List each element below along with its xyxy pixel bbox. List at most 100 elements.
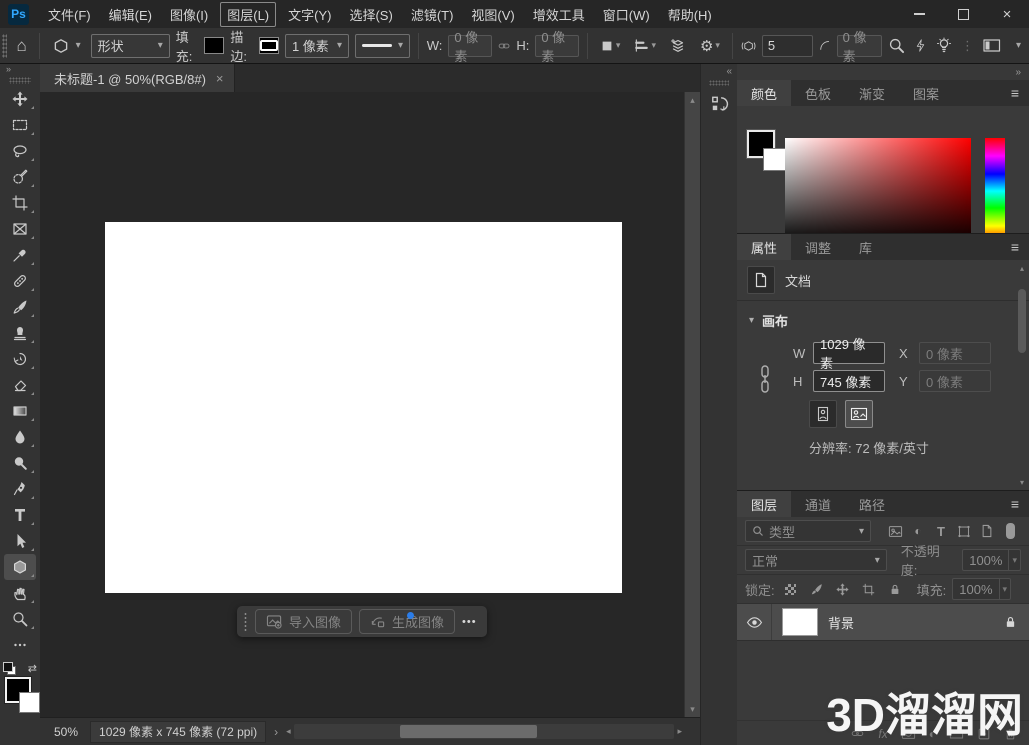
menu-plugins[interactable]: 增效工具 bbox=[524, 2, 594, 27]
collapse-panels-button[interactable]: » bbox=[1015, 67, 1021, 78]
stroke-width-select[interactable]: 1 像素 ▾ bbox=[284, 33, 349, 58]
tool-brush[interactable] bbox=[4, 294, 36, 320]
tool-frame[interactable] bbox=[4, 216, 36, 242]
stroke-swatch[interactable] bbox=[258, 37, 279, 54]
corner-radius-field[interactable]: 0 像素 bbox=[836, 30, 882, 64]
close-button[interactable]: × bbox=[985, 0, 1029, 28]
opacity-field[interactable]: 100% ▾ bbox=[962, 549, 1021, 571]
tab-properties[interactable]: 属性 bbox=[737, 234, 792, 260]
document-tab[interactable]: 未标题-1 @ 50%(RGB/8#) × bbox=[40, 64, 235, 92]
tool-healing-brush[interactable] bbox=[4, 268, 36, 294]
shape-mode-select[interactable]: 形状 ▾ bbox=[90, 33, 170, 58]
taskbar-more-button[interactable]: ••• bbox=[462, 616, 477, 628]
hscroll-track[interactable] bbox=[293, 724, 675, 739]
tool-shape-polygon[interactable] bbox=[4, 554, 36, 580]
menu-edit[interactable]: 编辑(E) bbox=[100, 2, 161, 27]
tool-type[interactable] bbox=[4, 502, 36, 528]
hue-slider[interactable] bbox=[985, 138, 1005, 244]
zoom-level-field[interactable]: 50% bbox=[40, 725, 90, 739]
menu-file[interactable]: 文件(F) bbox=[39, 2, 100, 27]
scroll-right-icon[interactable]: ▸ bbox=[677, 726, 682, 737]
tool-crop[interactable] bbox=[4, 190, 36, 216]
generate-image-button[interactable]: 生成图像 bbox=[359, 609, 456, 634]
menu-view[interactable]: 视图(V) bbox=[462, 2, 523, 27]
expand-panels-button[interactable]: « bbox=[726, 66, 732, 77]
canvas-height-field[interactable]: 745 像素 bbox=[813, 370, 885, 392]
toolbar-collapse-button[interactable]: » bbox=[0, 64, 40, 77]
scroll-down-icon[interactable]: ▾ bbox=[1020, 478, 1024, 487]
default-colors-icon[interactable] bbox=[3, 662, 16, 675]
dock-grip[interactable] bbox=[709, 80, 729, 86]
toolbar-grip[interactable] bbox=[9, 77, 31, 84]
menu-image[interactable]: 图像(I) bbox=[161, 2, 217, 27]
lock-pixels-icon[interactable] bbox=[807, 583, 827, 596]
scroll-down-icon[interactable]: ▾ bbox=[690, 704, 695, 715]
tool-path-selection[interactable] bbox=[4, 528, 36, 554]
filter-smart-objects-icon[interactable] bbox=[977, 524, 997, 538]
tool-quick-selection[interactable] bbox=[4, 164, 36, 190]
filter-type-layers-icon[interactable]: T bbox=[931, 524, 951, 539]
layer-lock-icon[interactable] bbox=[1004, 615, 1017, 629]
menu-type[interactable]: 文字(Y) bbox=[279, 2, 340, 27]
canvas[interactable] bbox=[105, 222, 622, 593]
layer-name[interactable]: 背景 bbox=[828, 613, 854, 632]
tab-channels[interactable]: 通道 bbox=[791, 491, 846, 517]
horizontal-scrollbar[interactable]: ◂ ▸ bbox=[286, 718, 682, 745]
lock-transparency-icon[interactable] bbox=[781, 583, 801, 595]
taskbar-grip[interactable] bbox=[243, 611, 248, 632]
polygon-sides-field[interactable]: 5 bbox=[761, 34, 814, 57]
tab-libraries[interactable]: 库 bbox=[845, 234, 887, 260]
path-arrangement-button[interactable] bbox=[666, 38, 690, 54]
filter-toggle-switch[interactable] bbox=[1000, 523, 1020, 539]
panel-menu-icon[interactable]: ≡ bbox=[1011, 85, 1019, 101]
import-image-button[interactable]: 导入图像 bbox=[255, 609, 353, 634]
tab-swatches[interactable]: 色板 bbox=[791, 80, 846, 106]
tool-move[interactable] bbox=[4, 86, 36, 112]
canvas-section-header[interactable]: ▾ 画布 bbox=[737, 301, 1029, 338]
path-operations-button[interactable]: ▾ bbox=[596, 39, 625, 53]
tool-eraser[interactable] bbox=[4, 372, 36, 398]
scroll-up-icon[interactable]: ▴ bbox=[690, 95, 695, 106]
fill-field[interactable]: 100% ▾ bbox=[952, 578, 1012, 600]
scroll-up-icon[interactable]: ▴ bbox=[1020, 264, 1024, 273]
background-color-swatch[interactable] bbox=[19, 692, 40, 713]
lock-all-icon[interactable] bbox=[885, 583, 905, 596]
tab-close-icon[interactable]: × bbox=[216, 71, 224, 86]
minimize-button[interactable] bbox=[897, 0, 941, 28]
background-swatch[interactable] bbox=[763, 148, 786, 171]
tool-blur[interactable] bbox=[4, 424, 36, 450]
scroll-left-icon[interactable]: ◂ bbox=[286, 726, 291, 737]
tool-dodge[interactable] bbox=[4, 450, 36, 476]
filter-shape-layers-icon[interactable] bbox=[954, 525, 974, 538]
layer-row-background[interactable]: 背景 bbox=[737, 604, 1029, 641]
stroke-style-select[interactable]: ▾ bbox=[354, 33, 410, 58]
shape-height-field[interactable]: 0 像素 bbox=[535, 30, 580, 64]
tool-edit-toolbar[interactable] bbox=[4, 632, 36, 658]
canvas-width-field[interactable]: 1029 像素 bbox=[813, 337, 885, 371]
fill-swatch[interactable] bbox=[204, 37, 225, 54]
tool-pen[interactable] bbox=[4, 476, 36, 502]
layer-thumbnail[interactable] bbox=[782, 608, 818, 636]
layer-filter-select[interactable]: 类型 ▾ bbox=[745, 520, 871, 542]
saturation-brightness-field[interactable] bbox=[783, 138, 971, 245]
tab-color[interactable]: 颜色 bbox=[737, 80, 792, 106]
tool-hand[interactable] bbox=[4, 580, 36, 606]
search-icon[interactable] bbox=[888, 37, 905, 54]
tab-adjustments[interactable]: 调整 bbox=[791, 234, 846, 260]
tool-gradient[interactable] bbox=[4, 398, 36, 424]
tab-paths[interactable]: 路径 bbox=[845, 491, 900, 517]
menu-layer[interactable]: 图层(L) bbox=[220, 1, 277, 27]
shape-width-field[interactable]: 0 像素 bbox=[448, 30, 493, 64]
panel-menu-icon[interactable]: ≡ bbox=[1011, 496, 1019, 512]
menu-filter[interactable]: 滤镜(T) bbox=[402, 2, 463, 27]
snap-cursor-icon[interactable] bbox=[914, 38, 927, 53]
layer-visibility-toggle[interactable] bbox=[737, 604, 772, 640]
landscape-orientation-button[interactable] bbox=[845, 400, 873, 428]
tool-lasso[interactable] bbox=[4, 138, 36, 164]
path-alignment-button[interactable]: ▾ bbox=[630, 38, 660, 53]
menu-window[interactable]: 窗口(W) bbox=[594, 2, 659, 27]
tool-rectangular-marquee[interactable] bbox=[4, 112, 36, 138]
history-panel-button[interactable] bbox=[706, 90, 733, 117]
tool-eyedropper[interactable] bbox=[4, 242, 36, 268]
menu-help[interactable]: 帮助(H) bbox=[659, 2, 721, 27]
